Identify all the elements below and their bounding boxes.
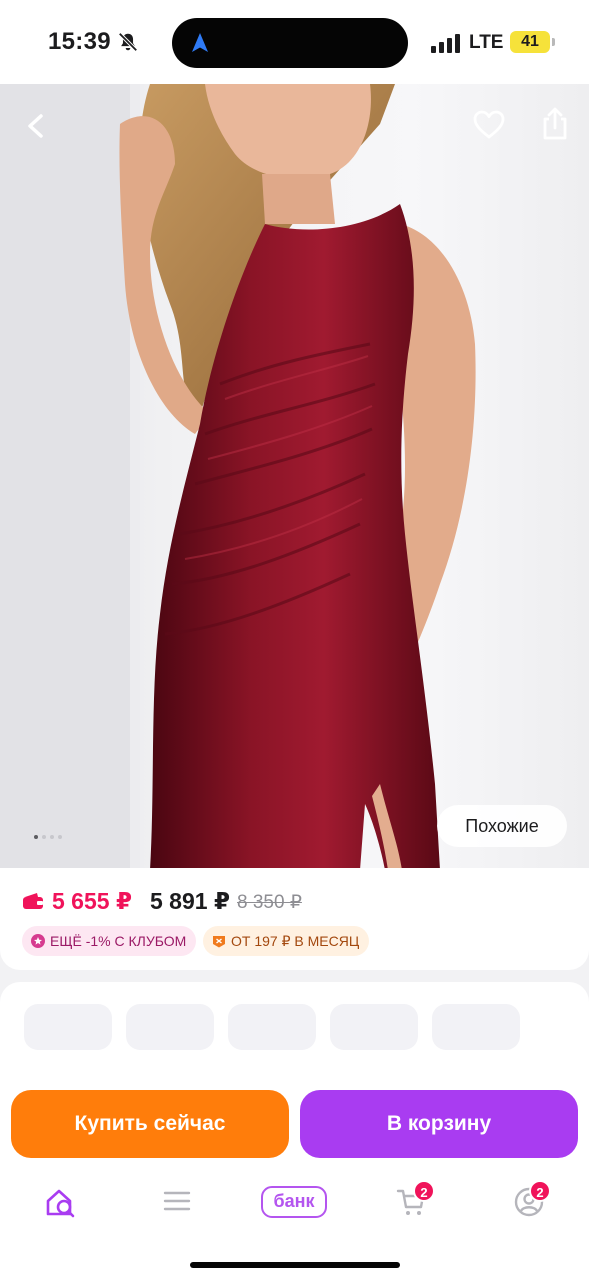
tab-cart[interactable]: 2 — [381, 1174, 441, 1230]
status-bar: 15:39 LTE 41 — [0, 0, 589, 84]
tab-catalog[interactable] — [147, 1174, 207, 1230]
battery-icon: 41 — [510, 31, 555, 53]
installment-label: ОТ 197 ₽ В МЕСЯЦ — [231, 933, 360, 949]
old-price: 8 350 ₽ — [237, 892, 302, 913]
bell-off-icon — [118, 32, 138, 52]
variant-chip-placeholder — [24, 1004, 112, 1050]
home-search-icon — [46, 1189, 75, 1218]
variant-chip-placeholder — [432, 1004, 520, 1050]
tab-profile[interactable]: 2 — [499, 1174, 559, 1230]
bank-logo-icon: банк — [261, 1186, 327, 1218]
club-price: 5 655 ₽ — [52, 888, 132, 914]
navigation-arrow-icon — [192, 33, 208, 52]
menu-icon — [163, 1191, 191, 1211]
installment-badge[interactable]: ОТ 197 ₽ В МЕСЯЦ — [203, 926, 370, 956]
tab-bank[interactable]: банк — [261, 1174, 327, 1230]
installment-icon — [213, 936, 225, 948]
cart-badge: 2 — [413, 1180, 435, 1202]
bottom-bar: Купить сейчас В корзину банк 2 2 — [0, 1074, 589, 1280]
home-indicator — [190, 1262, 400, 1268]
variant-chip-placeholder — [228, 1004, 316, 1050]
pagination-dot — [34, 835, 38, 839]
club-discount-label: ЕЩЁ -1% С КЛУБОМ — [50, 933, 187, 949]
variant-chip-placeholder — [126, 1004, 214, 1050]
status-time: 15:39 — [48, 28, 111, 55]
dynamic-island — [172, 18, 408, 68]
similar-button[interactable]: Похожие — [437, 805, 567, 847]
image-pagination — [34, 835, 62, 839]
regular-price: 5 891 ₽ — [150, 888, 230, 914]
wallet-icon — [23, 893, 43, 909]
profile-badge: 2 — [529, 1180, 551, 1202]
club-star-icon — [31, 934, 45, 948]
product-photo[interactable]: Похожие — [0, 84, 589, 870]
variant-chip-placeholder — [330, 1004, 418, 1050]
club-discount-badge[interactable]: ЕЩЁ -1% С КЛУБОМ — [22, 926, 197, 956]
pagination-dot — [58, 835, 62, 839]
network-label: LTE — [469, 32, 504, 53]
buy-now-button[interactable]: Купить сейчас — [11, 1090, 289, 1158]
tab-home[interactable] — [30, 1174, 90, 1230]
signal-icon — [431, 33, 461, 53]
heart-icon[interactable] — [470, 106, 508, 144]
share-icon[interactable] — [536, 104, 574, 144]
product-image — [0, 84, 476, 870]
pagination-dot — [50, 835, 54, 839]
pagination-dot — [42, 835, 46, 839]
add-to-cart-button[interactable]: В корзину — [300, 1090, 578, 1158]
price-card: 5 655 ₽ 5 891 ₽ 8 350 ₽ ЕЩЁ -1% С КЛУБОМ… — [0, 868, 589, 970]
back-icon[interactable] — [16, 106, 56, 146]
